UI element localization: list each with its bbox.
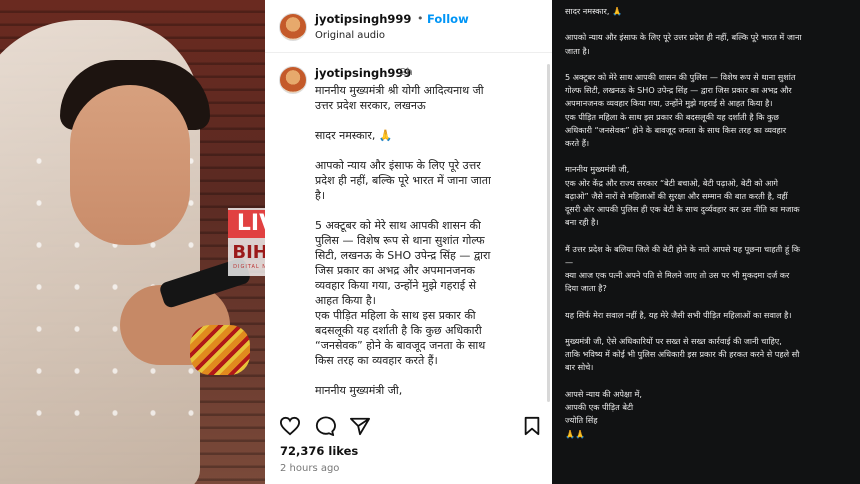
letter-panel: सादर नमस्कार, 🙏 आपको न्याय और इंसाफ के ल… bbox=[552, 0, 860, 484]
video-frame[interactable] bbox=[0, 0, 265, 484]
letter-text: सादर नमस्कार, 🙏 आपको न्याय और इंसाफ के ल… bbox=[565, 6, 802, 439]
likes-count[interactable]: 72,376 likes bbox=[280, 444, 358, 458]
caption-avatar[interactable] bbox=[279, 66, 307, 94]
caption-text: माननीय मुख्यमंत्री श्री योगी आदित्यनाथ ज… bbox=[315, 84, 491, 397]
post-header: jyotipsingh999 • Follow Original audio bbox=[265, 0, 552, 53]
separator-dot: • bbox=[417, 12, 424, 25]
bangles bbox=[190, 325, 250, 375]
post-time: 2h bbox=[400, 67, 413, 78]
comment-icon[interactable] bbox=[314, 416, 336, 440]
caption-scrollbar[interactable] bbox=[547, 64, 550, 402]
instagram-post: jyotipsingh999 • Follow Original audio j… bbox=[265, 0, 552, 484]
original-audio-link[interactable]: Original audio bbox=[315, 30, 385, 41]
follow-button[interactable]: Follow bbox=[427, 12, 469, 26]
heart-icon[interactable] bbox=[279, 416, 301, 440]
caption-username[interactable]: jyotipsingh999 bbox=[315, 66, 411, 80]
share-icon[interactable] bbox=[349, 416, 371, 440]
posted-ago: 2 hours ago bbox=[280, 463, 340, 474]
avatar[interactable] bbox=[279, 13, 307, 41]
woman-face bbox=[70, 85, 190, 245]
bookmark-icon[interactable] bbox=[523, 416, 541, 440]
post-actions bbox=[265, 410, 552, 438]
caption-area[interactable]: jyotipsingh999 2h माननीय मुख्यमंत्री श्र… bbox=[265, 52, 552, 406]
post-username[interactable]: jyotipsingh999 bbox=[315, 12, 411, 26]
